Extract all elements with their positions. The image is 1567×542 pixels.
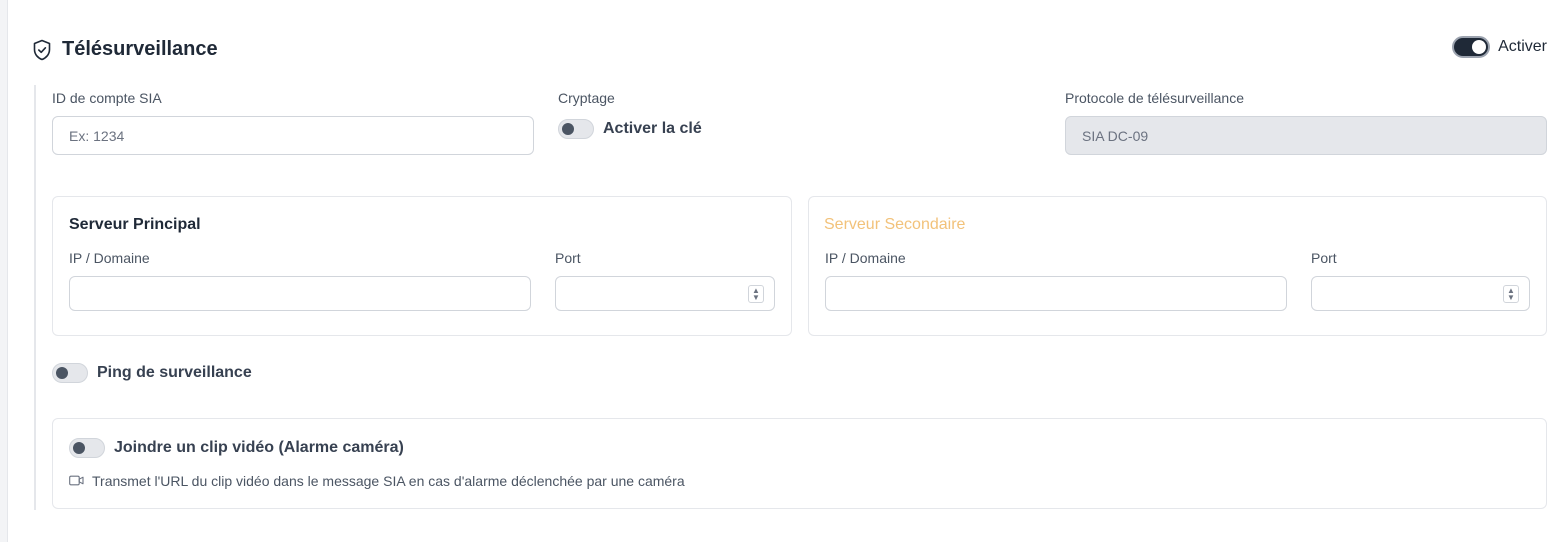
video-clip-toggle[interactable] [69, 438, 105, 458]
video-clip-card [52, 418, 1547, 509]
page-title: Télésurveillance [62, 38, 218, 60]
video-clip-hint-text: Transmet l'URL du clip vidéo dans le mes… [92, 473, 685, 489]
chevron-down-icon[interactable]: ▼ [1507, 294, 1515, 302]
left-rail [0, 0, 8, 542]
secondary-port-input[interactable]: ▲ ▼ [1311, 276, 1530, 311]
sia-account-placeholder: Ex: 1234 [69, 127, 125, 144]
enable-toggle[interactable] [1452, 36, 1491, 58]
primary-ip-label: IP / Domaine [69, 250, 150, 266]
protocol-input: SIA DC-09 [1065, 116, 1547, 155]
encryption-toggle-row[interactable]: Activer la clé [558, 119, 702, 139]
shield-check-icon [32, 39, 52, 61]
toggle-knob [562, 123, 574, 135]
primary-server-title: Serveur Principal [69, 216, 201, 233]
secondary-ip-label: IP / Domaine [825, 250, 906, 266]
ping-toggle-row[interactable]: Ping de surveillance [52, 363, 252, 383]
ping-toggle[interactable] [52, 363, 88, 383]
toggle-knob [1472, 40, 1487, 54]
encryption-label: Cryptage [558, 90, 615, 106]
chevron-down-icon[interactable]: ▼ [752, 294, 760, 302]
primary-port-label: Port [555, 250, 581, 266]
toggle-knob [73, 442, 85, 454]
ping-label: Ping de surveillance [97, 364, 252, 381]
enable-telesurveillance[interactable]: Activer [1452, 36, 1547, 58]
video-clip-hint: Transmet l'URL du clip vidéo dans le mes… [69, 473, 685, 489]
secondary-port-label: Port [1311, 250, 1337, 266]
secondary-ip-input[interactable] [825, 276, 1287, 311]
video-clip-label: Joindre un clip vidéo (Alarme caméra) [114, 439, 404, 456]
protocol-label: Protocole de télésurveillance [1065, 90, 1244, 106]
enable-label: Activer [1498, 38, 1547, 55]
sia-account-input[interactable]: Ex: 1234 [52, 116, 534, 155]
secondary-server-title: Serveur Secondaire [824, 216, 966, 233]
port-stepper[interactable]: ▲ ▼ [1503, 285, 1519, 303]
video-camera-icon [69, 473, 84, 489]
encryption-toggle-label: Activer la clé [603, 120, 702, 137]
port-stepper[interactable]: ▲ ▼ [748, 285, 764, 303]
primary-ip-input[interactable] [69, 276, 531, 311]
toggle-knob [56, 367, 68, 379]
encryption-toggle[interactable] [558, 119, 594, 139]
primary-port-input[interactable]: ▲ ▼ [555, 276, 775, 311]
video-clip-toggle-row[interactable]: Joindre un clip vidéo (Alarme caméra) [69, 438, 404, 458]
content-rail [34, 85, 36, 510]
protocol-value: SIA DC-09 [1082, 127, 1149, 144]
section-header: Télésurveillance [32, 38, 218, 61]
sia-account-label: ID de compte SIA [52, 90, 162, 106]
